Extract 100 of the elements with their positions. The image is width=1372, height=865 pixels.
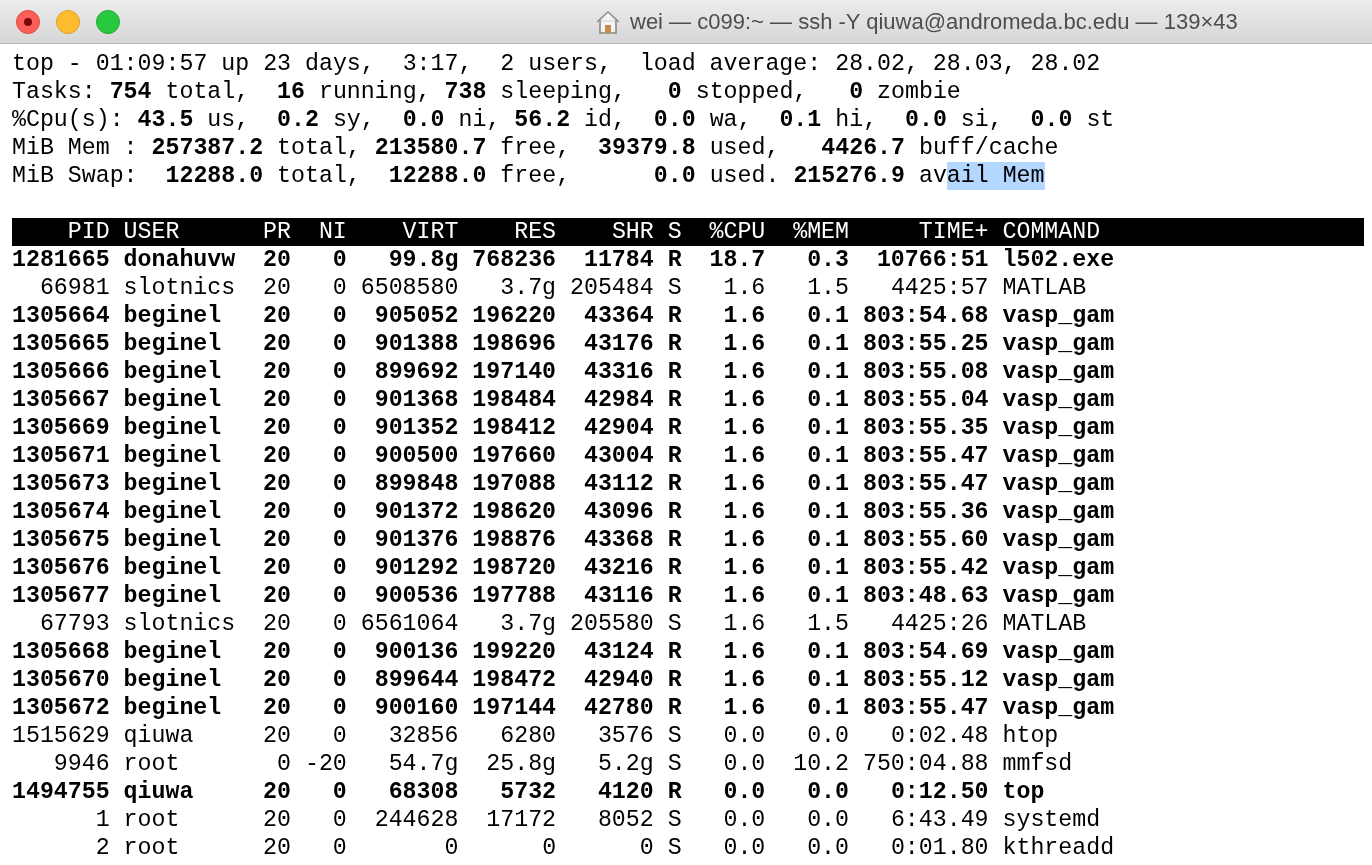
selected-text: ail Mem <box>946 162 1045 190</box>
table-cell-text: 0 <box>443 834 459 862</box>
table-cell-text: 803:55.47 <box>861 470 989 498</box>
table-cell-text: 803:55.47 <box>861 442 989 470</box>
table-cell-text: 0.1 <box>806 470 850 498</box>
table-cell-text: R <box>666 246 682 274</box>
table-cell-text: vasp_gam <box>1001 470 1116 498</box>
table-cell-text: 198412 <box>471 414 557 442</box>
table-cell: 1305675 <box>12 526 110 554</box>
table-cell-text: 1.6 <box>722 442 766 470</box>
zoom-button[interactable] <box>96 9 120 34</box>
table-cell-text: 0 <box>331 526 347 554</box>
table-cell-text: 0 <box>331 246 347 274</box>
table-cell-text: 10.2 <box>792 750 850 778</box>
table-cell-text: 900136 <box>373 638 459 666</box>
table-cell-text: 197788 <box>471 582 557 610</box>
table-cell-text: 0 <box>331 274 347 302</box>
table-cell-text: 198720 <box>471 554 557 582</box>
summary-line: top - 01:09:57 up 23 days, 3:17, 2 users, load average: 28.02, 28.03, 28.02 <box>12 50 1101 78</box>
table-cell-text: 803:55.04 <box>861 386 989 414</box>
table-cell-text: R <box>666 582 682 610</box>
table-cell-text: 0.1 <box>806 442 850 470</box>
table-cell-text: 11784 <box>582 246 654 274</box>
table-cell-text: 0.1 <box>806 638 850 666</box>
table-cell-text: beginel <box>122 666 223 694</box>
table-cell-text: 54.7g <box>387 750 459 778</box>
table-cell: 1494755 <box>12 778 110 806</box>
table-cell-text: 0.1 <box>806 554 850 582</box>
close-button[interactable] <box>16 9 40 34</box>
table-cell-text: R <box>666 386 682 414</box>
table-cell-text: kthreadd <box>1001 834 1116 862</box>
table-cell-text: 20 <box>262 302 291 330</box>
table-cell-text: 0 <box>331 806 347 834</box>
table-cell-text: 0.1 <box>806 582 850 610</box>
column-header: USER <box>122 218 181 246</box>
table-cell-text: 803:55.35 <box>861 414 989 442</box>
table-cell: 1305673 <box>12 470 110 498</box>
table-cell-text: beginel <box>122 638 223 666</box>
table-cell: 1281665 <box>12 246 110 274</box>
table-cell-text: MATLAB <box>1001 610 1088 638</box>
table-cell-text: 197144 <box>471 694 557 722</box>
summary-line: %Cpu(s): 43.5 us, 0.2 sy, 0.0 ni, 56.2 id, 0.0 wa, 0.1 hi, 0.0 si, 0.0 st <box>12 106 1115 134</box>
table-cell-text: 803:54.69 <box>861 638 989 666</box>
table-cell-text: 17172 <box>485 806 557 834</box>
table-cell-text: vasp_gam <box>1001 638 1116 666</box>
table-cell-text: R <box>666 442 682 470</box>
table-cell-text: 42984 <box>582 386 654 414</box>
table-cell-text: 205484 <box>569 274 654 302</box>
summary-line: MiB Swap: 12288.0 total, 12288.0 free, 0.0 used. 215276.9 av <box>12 162 947 190</box>
table-cell-text: 25.8g <box>485 750 557 778</box>
table-cell-text: 0 <box>541 834 557 862</box>
table-cell-text: 198876 <box>471 526 557 554</box>
table-cell-text: vasp_gam <box>1001 694 1116 722</box>
table-cell-text: 0.3 <box>806 246 850 274</box>
table-cell-text: 1.6 <box>722 610 766 638</box>
table-cell-text: 1.6 <box>722 470 766 498</box>
table-cell-text: 3576 <box>596 722 654 750</box>
table-cell-text: 2 <box>94 834 110 862</box>
table-cell-text: 900160 <box>373 694 459 722</box>
table-cell-text: 20 <box>262 638 291 666</box>
table-cell-text: 43176 <box>582 330 654 358</box>
table-cell-text: 5.2g <box>596 750 654 778</box>
table-cell-text: 3.7g <box>499 610 557 638</box>
column-header: SHR <box>610 218 654 246</box>
table-cell-text: R <box>666 330 682 358</box>
table-cell-text: 0 <box>331 358 347 386</box>
table-cell-text: 901376 <box>373 526 459 554</box>
table-cell-text: 99.8g <box>387 246 459 274</box>
table-cell-text: 42940 <box>582 666 654 694</box>
table-cell-text: 0.0 <box>806 834 850 862</box>
table-cell-text: 1.6 <box>722 666 766 694</box>
table-cell-text: 20 <box>262 330 291 358</box>
table-cell-text: 198696 <box>471 330 557 358</box>
table-cell-text: 1.6 <box>722 386 766 414</box>
table-cell-text: 900500 <box>373 442 459 470</box>
table-cell-text: 43004 <box>582 442 654 470</box>
table-cell-text: 1.5 <box>806 274 850 302</box>
column-header: TIME+ <box>917 218 989 246</box>
table-cell-text: 20 <box>262 666 291 694</box>
table-cell-text: 0.0 <box>806 806 850 834</box>
table-cell-text: vasp_gam <box>1001 666 1116 694</box>
table-cell-text: 32856 <box>387 722 459 750</box>
table-cell-text: 199220 <box>471 638 557 666</box>
table-cell-text: beginel <box>122 386 223 414</box>
table-cell-text: R <box>666 470 682 498</box>
table-cell-text: R <box>666 554 682 582</box>
table-cell-text: S <box>666 806 682 834</box>
table-cell-text: root <box>122 806 181 834</box>
minimize-button[interactable] <box>56 9 80 34</box>
table-cell-text: root <box>122 750 181 778</box>
table-cell-text: vasp_gam <box>1001 442 1116 470</box>
table-cell-text: l502.exe <box>1001 246 1116 274</box>
table-cell: 1515629 <box>12 722 110 750</box>
table-cell-text: vasp_gam <box>1001 414 1116 442</box>
table-cell: 1305676 <box>12 554 110 582</box>
table-cell-text: 0.0 <box>806 722 850 750</box>
table-cell: 1305670 <box>12 666 110 694</box>
table-cell: 1305671 <box>12 442 110 470</box>
table-cell-text: beginel <box>122 554 223 582</box>
table-cell-text: 0 <box>331 554 347 582</box>
